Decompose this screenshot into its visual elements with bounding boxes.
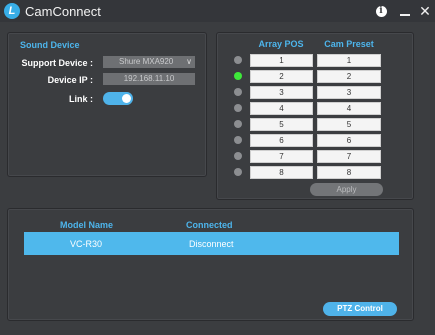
array-pos-cell[interactable]: 4 <box>250 102 313 115</box>
camera-row[interactable]: VC-R30 Disconnect <box>24 232 399 255</box>
title-bar: L CamConnect i ✕ <box>0 0 435 22</box>
close-button[interactable]: ✕ <box>416 2 434 20</box>
array-led-6 <box>234 136 242 144</box>
support-device-value: Shure MXA920 <box>119 57 174 66</box>
array-pos-cell[interactable]: 2 <box>250 70 313 83</box>
chevron-down-icon: ∨ <box>186 57 192 66</box>
array-pos-cell[interactable]: 3 <box>250 86 313 99</box>
info-button[interactable]: i <box>372 2 390 20</box>
array-pos-cell[interactable]: 5 <box>250 118 313 131</box>
array-led-2 <box>234 72 242 80</box>
app-logo-icon: L <box>4 3 20 19</box>
cam-preset-cell[interactable]: 4 <box>317 102 381 115</box>
array-led-5 <box>234 120 242 128</box>
cam-preset-header: Cam Preset <box>324 39 374 49</box>
array-led-3 <box>234 88 242 96</box>
toggle-knob <box>122 94 131 103</box>
app-logo-letter: L <box>8 5 16 17</box>
array-led-1 <box>234 56 242 64</box>
support-device-select[interactable]: Shure MXA920 ∨ <box>103 56 195 68</box>
link-label: Link : <box>69 94 93 104</box>
minimize-icon <box>400 14 410 16</box>
array-led-8 <box>234 168 242 176</box>
array-pos-cell[interactable]: 8 <box>250 166 313 179</box>
array-led-4 <box>234 104 242 112</box>
array-pos-cell[interactable]: 1 <box>250 54 313 67</box>
array-pos-cell[interactable]: 7 <box>250 150 313 163</box>
connected-header: Connected <box>186 220 233 230</box>
cam-preset-cell[interactable]: 1 <box>317 54 381 67</box>
apply-button[interactable]: Apply <box>310 183 383 196</box>
camera-model-cell: VC-R30 <box>70 239 103 249</box>
device-ip-field[interactable]: 192.168.11.10 <box>103 73 195 85</box>
window-title: CamConnect <box>25 4 101 19</box>
sound-device-panel: Sound Device Support Device : Shure MXA9… <box>7 32 207 177</box>
camera-list-panel: Model Name Connected VC-R30 Disconnect P… <box>7 208 414 321</box>
cam-preset-cell[interactable]: 3 <box>317 86 381 99</box>
array-pos-cell[interactable]: 6 <box>250 134 313 147</box>
cam-preset-cell[interactable]: 8 <box>317 166 381 179</box>
array-pos-header: Array POS <box>258 39 304 49</box>
cam-preset-cell[interactable]: 2 <box>317 70 381 83</box>
support-device-label: Support Device : <box>21 58 93 68</box>
array-panel: Array POS Cam Preset 1 1 2 2 3 3 4 4 5 5… <box>216 32 414 200</box>
ptz-control-button[interactable]: PTZ Control <box>323 302 397 316</box>
device-ip-label: Device IP : <box>47 75 93 85</box>
cam-preset-cell[interactable]: 6 <box>317 134 381 147</box>
model-name-header: Model Name <box>60 220 114 230</box>
array-led-7 <box>234 152 242 160</box>
minimize-button[interactable] <box>396 2 414 20</box>
sound-device-title: Sound Device <box>20 40 80 50</box>
close-icon: ✕ <box>419 2 431 19</box>
info-icon: i <box>375 5 387 17</box>
cam-preset-cell[interactable]: 5 <box>317 118 381 131</box>
camera-connection-cell[interactable]: Disconnect <box>189 239 234 249</box>
link-toggle[interactable] <box>103 92 133 105</box>
cam-preset-cell[interactable]: 7 <box>317 150 381 163</box>
